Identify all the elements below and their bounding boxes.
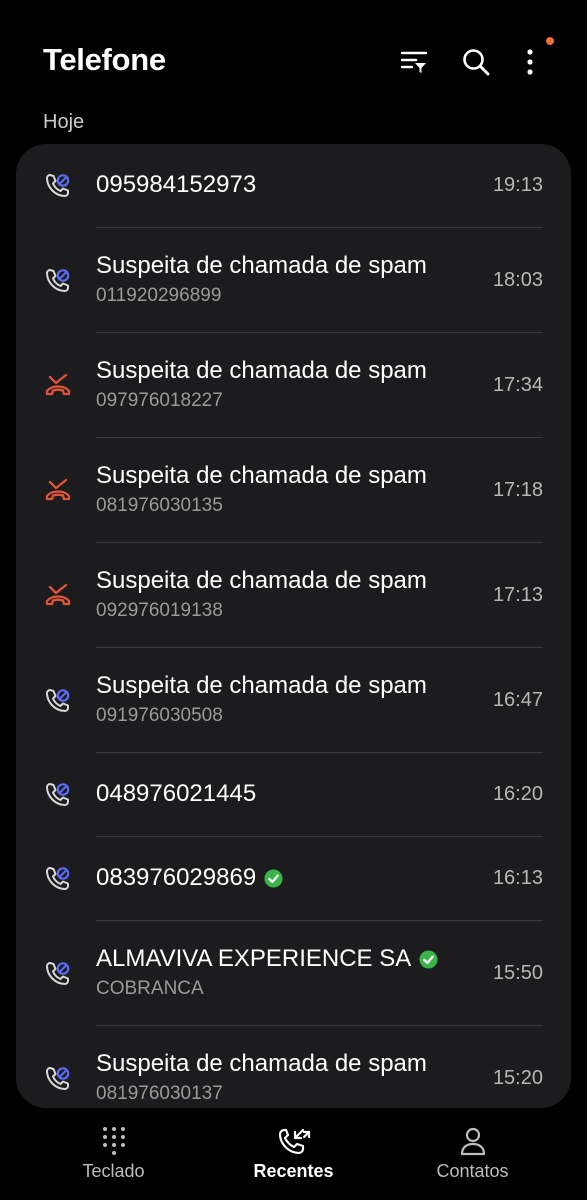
call-log-row[interactable]: Suspeita de chamada de spam 091976030508 1…	[16, 648, 571, 753]
recents-icon	[277, 1124, 311, 1158]
missed-call-icon	[44, 372, 72, 400]
caller-name-text: Suspeita de chamada de spam	[96, 252, 427, 279]
call-log-list: 095984152973 19:13 Suspeita de chamada de …	[16, 144, 571, 1108]
caller-name: Suspeita de chamada de spam	[96, 252, 427, 280]
caller-name-text: ALMAVIVA EXPERIENCE SA	[96, 945, 412, 972]
search-icon	[463, 49, 490, 76]
nav-tab-contacts[interactable]: Contatos	[375, 1110, 570, 1200]
caller-number: 097976018227	[96, 390, 223, 411]
app-header: Telefone	[0, 0, 587, 110]
caller-name: 083976029869	[96, 864, 283, 892]
caller-name-text: 083976029869	[96, 864, 257, 891]
call-time: 17:18	[492, 478, 543, 501]
caller-name: Suspeita de chamada de spam	[96, 1050, 427, 1078]
call-log-row[interactable]: 048976021445 16:20	[16, 753, 571, 837]
caller-name-text: Suspeita de chamada de spam	[96, 672, 427, 699]
more-options-button[interactable]	[512, 44, 548, 80]
bottom-navigation: Teclado Recentes Contatos	[0, 1110, 587, 1200]
call-log-row[interactable]: 095984152973 19:13	[16, 144, 571, 228]
filter-icon	[400, 51, 428, 73]
caller-name: 048976021445	[96, 780, 256, 808]
caller-name-text: 095984152973	[96, 171, 257, 198]
call-log-row[interactable]: Suspeita de chamada de spam 081976030135 1…	[16, 438, 571, 543]
verified-badge-icon	[419, 949, 438, 969]
keypad-icon	[97, 1124, 131, 1158]
nav-tab-keypad[interactable]: Teclado	[16, 1110, 211, 1200]
caller-name-text: Suspeita de chamada de spam	[96, 1050, 427, 1077]
blocked-call-icon	[44, 267, 72, 295]
notification-dot	[546, 37, 554, 45]
call-time: 15:50	[492, 961, 543, 984]
caller-name-text: Suspeita de chamada de spam	[96, 357, 427, 384]
search-button[interactable]	[458, 44, 494, 80]
blocked-call-icon	[44, 865, 72, 893]
nav-label-recents: Recentes	[253, 1161, 334, 1181]
caller-name: ALMAVIVA EXPERIENCE SA	[96, 945, 438, 973]
caller-number: 081976030135	[96, 495, 223, 516]
blocked-call-icon	[44, 781, 72, 809]
blocked-call-icon	[44, 960, 72, 988]
missed-call-icon	[44, 477, 72, 505]
contacts-icon	[456, 1124, 490, 1158]
call-log-row[interactable]: Suspeita de chamada de spam 081976030137 1…	[16, 1026, 571, 1108]
caller-name-text: Suspeita de chamada de spam	[96, 567, 427, 594]
caller-number: COBRANCA	[96, 978, 204, 999]
call-log-row[interactable]: Suspeita de chamada de spam 011920296899 1…	[16, 228, 571, 333]
call-time: 17:34	[492, 373, 543, 396]
call-log-row[interactable]: Suspeita de chamada de spam 092976019138 1…	[16, 543, 571, 648]
missed-call-icon	[44, 582, 72, 610]
nav-tab-recents[interactable]: Recentes	[196, 1110, 391, 1200]
caller-number: 011920296899	[96, 285, 222, 306]
verified-badge-icon	[264, 868, 283, 888]
caller-number: 081976030137	[96, 1083, 223, 1104]
call-log-row[interactable]: 083976029869 16:13	[16, 837, 571, 921]
caller-name: 095984152973	[96, 171, 256, 199]
caller-name: Suspeita de chamada de spam	[96, 567, 427, 595]
call-time: 15:20	[492, 1066, 543, 1089]
call-time: 16:13	[492, 867, 543, 889]
caller-name-text: Suspeita de chamada de spam	[96, 462, 427, 489]
caller-number: 092976019138	[96, 600, 223, 621]
caller-name: Suspeita de chamada de spam	[96, 672, 427, 700]
blocked-call-icon	[44, 687, 72, 715]
nav-label-contacts: Contatos	[436, 1161, 509, 1181]
nav-label-keypad: Teclado	[82, 1161, 145, 1181]
filter-button[interactable]	[396, 44, 432, 80]
blocked-call-icon	[44, 172, 72, 200]
blocked-call-icon	[44, 1065, 72, 1093]
call-time: 16:20	[492, 783, 543, 805]
section-label-today: Hoje	[43, 111, 85, 133]
call-time: 19:13	[492, 174, 543, 196]
call-time: 17:13	[492, 583, 543, 606]
call-log-row[interactable]: Suspeita de chamada de spam 097976018227 1…	[16, 333, 571, 438]
caller-name-text: 048976021445	[96, 780, 257, 807]
caller-name: Suspeita de chamada de spam	[96, 462, 427, 490]
call-log-row[interactable]: ALMAVIVA EXPERIENCE SA COBRANCA 15:50	[16, 921, 571, 1026]
page-title: Telefone	[43, 42, 166, 77]
more-vertical-icon	[527, 49, 533, 75]
call-time: 18:03	[492, 268, 543, 291]
call-time: 16:47	[492, 688, 543, 711]
caller-number: 091976030508	[96, 705, 223, 726]
caller-name: Suspeita de chamada de spam	[96, 357, 427, 385]
